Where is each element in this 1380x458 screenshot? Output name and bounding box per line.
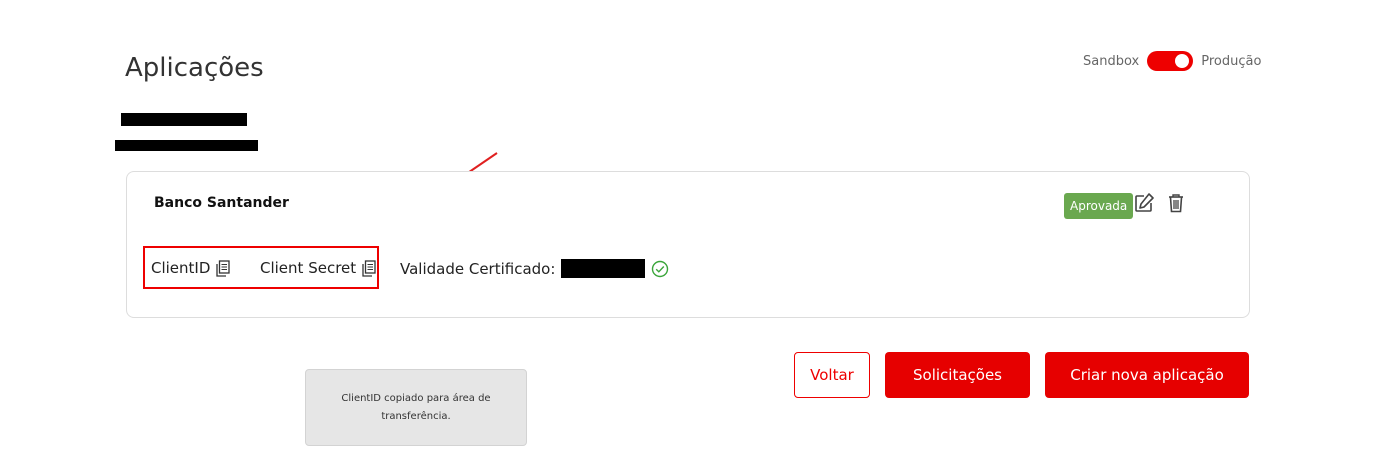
page-title: Aplicações [125,53,264,83]
status-badge: Aprovada [1064,193,1134,219]
requests-button[interactable]: Solicitações [885,352,1030,398]
environment-switch[interactable] [1147,51,1194,71]
create-application-button[interactable]: Criar nova aplicação [1045,352,1249,398]
edit-icon[interactable] [1133,192,1155,214]
client-secret-label: Client Secret [260,259,357,277]
toast-message: ClientID copiado para área de transferên… [341,392,491,422]
production-label: Produção [1201,53,1262,69]
redacted-certificate-date [561,259,646,278]
environment-toggle: Sandbox Produção [1083,51,1261,71]
copy-icon [216,259,231,277]
trash-icon[interactable] [1167,193,1185,213]
check-circle-icon [652,260,669,277]
copy-icon [362,259,376,277]
copy-client-id[interactable]: ClientID [151,259,231,277]
application-card: Banco Santander Aprovada ClientID Client… [126,171,1250,318]
toast-notification: ClientID copiado para área de transferên… [305,369,527,446]
copy-client-secret[interactable]: Client Secret [260,259,376,277]
certificate-validity: Validade Certificado: [400,259,669,278]
back-button[interactable]: Voltar [794,352,870,398]
client-id-label: ClientID [151,259,211,277]
redacted-org-name [121,113,247,126]
credentials-highlight-box: ClientID Client Secret [143,246,379,289]
redacted-org-id [115,140,258,151]
sandbox-label: Sandbox [1083,53,1140,69]
switch-knob [1175,54,1190,68]
application-name: Banco Santander [154,195,289,211]
certificate-validity-label: Validade Certificado: [400,259,556,278]
